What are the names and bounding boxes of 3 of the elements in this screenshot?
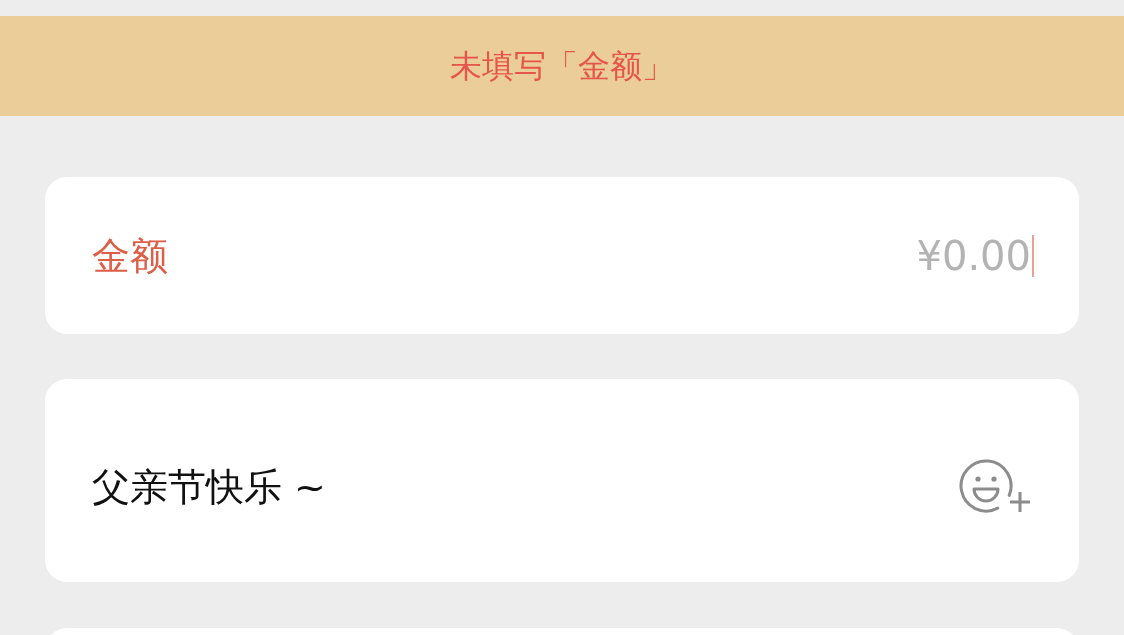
message-input[interactable]: 父亲节快乐 ~	[92, 467, 326, 506]
error-message: 未填写「金额」	[450, 50, 674, 82]
amount-label: 金额	[92, 236, 168, 275]
